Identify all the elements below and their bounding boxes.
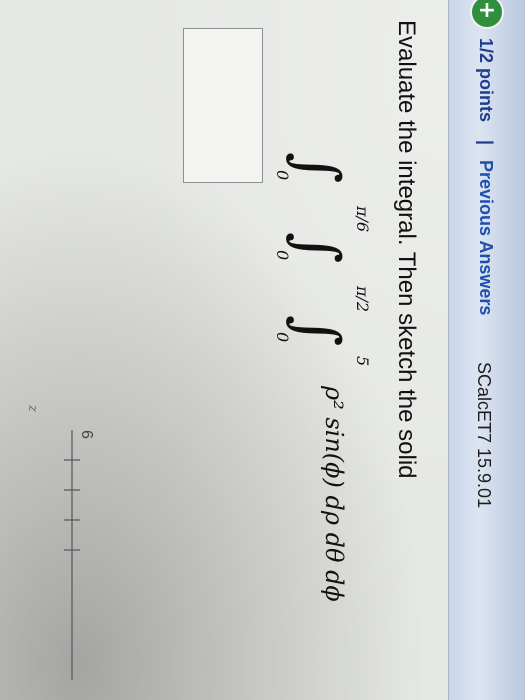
answer-input-box[interactable]	[183, 28, 263, 183]
question-prompt: Evaluate the integral. Then sketch the s…	[393, 20, 420, 479]
previous-answers-link[interactable]: Previous Answers	[475, 160, 496, 315]
outer-upper-limit: π/6	[353, 206, 372, 233]
sketch-axis	[64, 430, 80, 680]
axis-tick-label: 6	[78, 430, 95, 439]
middle-lower-limit: 0	[273, 250, 292, 261]
outer-integral-sign: ∫	[282, 152, 352, 184]
axis-label: z	[25, 405, 40, 412]
points-label: 1/2 points	[476, 38, 496, 123]
outer-lower-limit: 0	[273, 170, 292, 181]
problem-source: SCalcET7 15.9.01	[474, 362, 494, 509]
inner-integral-sign: ∫	[282, 315, 352, 347]
header-separator: |	[476, 140, 496, 146]
integrand: ρ² sin(ϕ) dρ dθ dϕ	[320, 386, 348, 602]
inner-upper-limit: 5	[353, 356, 372, 367]
middle-upper-limit: π/2	[353, 286, 372, 313]
middle-integral-sign: ∫	[282, 232, 352, 264]
inner-lower-limit: 0	[273, 332, 292, 343]
